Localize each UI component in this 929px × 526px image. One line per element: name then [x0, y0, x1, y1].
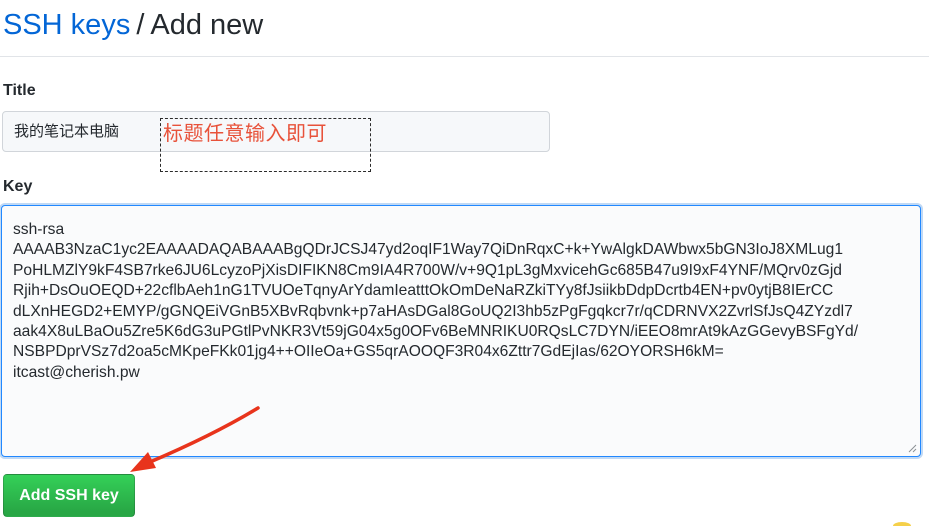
breadcrumb-ssh-keys-link[interactable]: SSH keys [3, 9, 130, 41]
header-divider [0, 56, 929, 57]
page-title: Add new [150, 9, 264, 41]
key-label: Key [3, 178, 33, 195]
corner-decoration-icon [893, 522, 911, 526]
key-textarea[interactable]: ssh-rsa AAAAB3NzaC1yc2EAAAADAQABAAABgQDr… [1, 205, 921, 457]
add-ssh-key-button[interactable]: Add SSH key [3, 474, 135, 517]
page-header: SSH keys / Add new [3, 6, 263, 44]
resize-grip-icon[interactable] [907, 443, 917, 453]
key-line: dLXnHEGD2+EMYP/gGNQEiVGnB5XBvRqbvnk+p7aH… [13, 302, 853, 320]
page: SSH keys / Add new Title 我的笔记本电脑 标题任意输入即可 … [0, 0, 929, 526]
title-label: Title [3, 82, 36, 99]
key-line: itcast@cherish.pw [13, 363, 140, 381]
annotation-text: 标题任意输入即可 [163, 121, 327, 145]
key-line: aak4X8uLBaOu5Zre5K6dG3uPGtlPvNKR3Vt59jG0… [13, 323, 859, 341]
breadcrumb-separator: / [136, 9, 145, 41]
key-line: ssh-rsa [13, 221, 65, 238]
key-line: NSBPDprVSz7d2oa5cMKpeFKk01jg4++OIIeOa+GS… [13, 343, 724, 361]
key-line: PoHLMZlY9kF4SB7rke6JU6LcyzoPjXisDIFIKN8C… [13, 261, 842, 279]
key-line: Rjih+DsOuOEQD+22cflbAeh1nG1TVUOeTqnyArYd… [13, 282, 834, 300]
key-line: AAAAB3NzaC1yc2EAAAADAQABAAABgQDrJCSJ47yd… [13, 241, 843, 259]
